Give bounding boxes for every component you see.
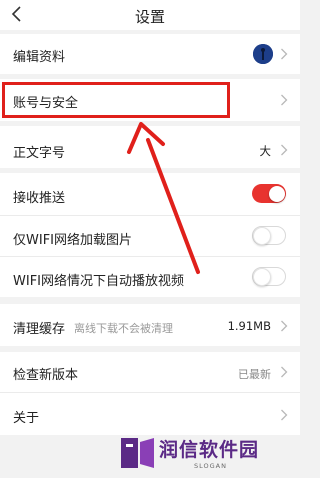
- brand-slogan: SLOGAN: [194, 462, 227, 470]
- watermark: 润信软件园 SLOGAN: [118, 434, 288, 472]
- brand-name: 润信软件园: [159, 439, 260, 461]
- annotation-arrow: [127, 122, 200, 274]
- brand-logo-icon: [121, 438, 154, 468]
